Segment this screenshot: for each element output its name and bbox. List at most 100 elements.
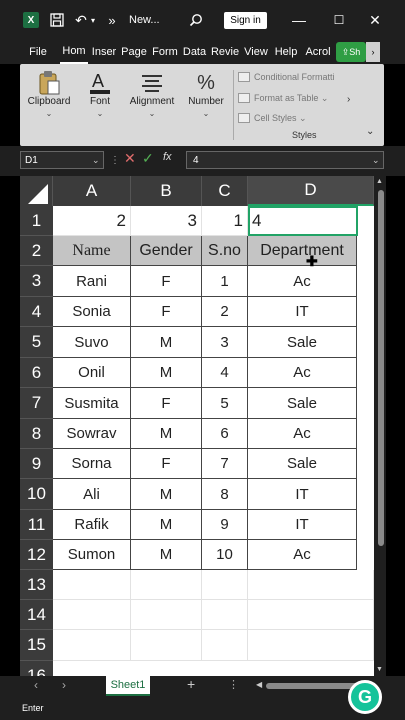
table-cell-department[interactable]: Sale (248, 449, 357, 479)
cell-b13[interactable] (131, 570, 202, 600)
close-icon[interactable]: ✕ (366, 0, 384, 40)
table-cell-gender[interactable]: M (131, 479, 202, 510)
table-cell-gender[interactable]: M (131, 419, 202, 449)
cell-a13[interactable] (53, 570, 131, 600)
row-header-1[interactable]: 1 (20, 206, 53, 236)
table-cell-sno[interactable]: 5 (202, 388, 248, 419)
table-cell-sno[interactable]: 3 (202, 327, 248, 358)
table-cell-sno[interactable]: 1 (202, 266, 248, 297)
scroll-down-icon[interactable]: ▼ (376, 666, 383, 673)
alignment-group[interactable]: Alignment ⌄ (124, 64, 180, 146)
table-cell-gender[interactable]: M (131, 540, 202, 570)
table-cell-sno[interactable]: 7 (202, 449, 248, 479)
select-all-button[interactable] (20, 176, 53, 206)
grammarly-icon[interactable]: G (348, 680, 382, 714)
minimize-icon[interactable]: — (290, 0, 308, 40)
row-header-5[interactable]: 5 (20, 327, 53, 358)
table-cell-name[interactable]: Sonia (53, 297, 131, 327)
row-header-3[interactable]: 3 (20, 266, 53, 297)
table-cell-department[interactable]: IT (248, 479, 357, 510)
row-header-2[interactable]: 2 (20, 236, 53, 266)
table-cell-sno[interactable]: 4 (202, 358, 248, 388)
cell-a15[interactable] (53, 630, 131, 661)
row-header-11[interactable]: 11 (20, 510, 53, 540)
row-header-12[interactable]: 12 (20, 540, 53, 570)
horizontal-scroll-thumb[interactable] (266, 683, 358, 689)
table-cell-gender[interactable]: M (131, 510, 202, 540)
tab-home[interactable]: Hom (60, 40, 88, 64)
row-header-16[interactable]: 16 (20, 661, 53, 676)
number-group[interactable]: % Number ⌄ (182, 64, 230, 146)
cell-a1[interactable]: 2 (53, 206, 131, 236)
table-cell-name[interactable]: Ali (53, 479, 131, 510)
cell-b15[interactable] (131, 630, 202, 661)
table-cell-department[interactable]: Sale (248, 327, 357, 358)
more-commands-icon[interactable]: » (105, 0, 119, 40)
name-box-dropdown-icon[interactable]: ⌄ (92, 151, 100, 169)
conditional-formatting-button[interactable]: Conditional Formatti (238, 70, 335, 84)
enter-icon[interactable]: ✓ (142, 150, 154, 167)
table-cell-department[interactable]: IT (248, 297, 357, 327)
table-cell-department[interactable]: Ac (248, 266, 357, 297)
tab-review[interactable]: Revie (211, 40, 239, 64)
cell-d1-active[interactable]: 4 (248, 206, 358, 236)
table-cell-sno[interactable]: 10 (202, 540, 248, 570)
cell-c13[interactable] (202, 570, 248, 600)
column-header-c[interactable]: C (202, 176, 248, 206)
tab-data[interactable]: Data (181, 40, 208, 64)
table-cell-sno[interactable]: 2 (202, 297, 248, 327)
search-icon[interactable] (187, 0, 205, 40)
table-header-name[interactable]: Name (53, 236, 131, 266)
table-cell-name[interactable]: Suvo (53, 327, 131, 358)
column-header-a[interactable]: A (53, 176, 131, 206)
tabs-scroll-right-icon[interactable]: › (366, 42, 380, 62)
tab-help[interactable]: Help (273, 40, 299, 64)
table-cell-name[interactable]: Onil (53, 358, 131, 388)
scroll-up-icon[interactable]: ▲ (376, 178, 383, 185)
row-header-15[interactable]: 15 (20, 630, 53, 661)
save-icon[interactable] (49, 0, 65, 40)
table-cell-sno[interactable]: 6 (202, 419, 248, 449)
tab-page-layout[interactable]: Page (120, 40, 148, 64)
cell-b14[interactable] (131, 600, 202, 630)
table-cell-sno[interactable]: 9 (202, 510, 248, 540)
table-cell-name[interactable]: Sumon (53, 540, 131, 570)
table-cell-name[interactable]: Sowrav (53, 419, 131, 449)
table-cell-department[interactable]: Sale (248, 388, 357, 419)
cell-c15[interactable] (202, 630, 248, 661)
column-header-b[interactable]: B (131, 176, 202, 206)
cell-a14[interactable] (53, 600, 131, 630)
cell-d15[interactable] (248, 630, 374, 661)
row-header-8[interactable]: 8 (20, 419, 53, 449)
table-header-gender[interactable]: Gender (131, 236, 202, 266)
column-header-d[interactable]: D (248, 176, 374, 206)
undo-icon[interactable]: ↶ (73, 0, 89, 40)
table-cell-gender[interactable]: F (131, 266, 202, 297)
tab-view[interactable]: View (242, 40, 270, 64)
maximize-icon[interactable]: ☐ (330, 0, 348, 40)
row-header-13[interactable]: 13 (20, 570, 53, 600)
format-as-table-button[interactable]: Format as Table ⌄ (238, 91, 328, 105)
row-header-10[interactable]: 10 (20, 479, 53, 510)
row-header-4[interactable]: 4 (20, 297, 53, 327)
row-header-7[interactable]: 7 (20, 388, 53, 419)
cell-styles-button[interactable]: Cell Styles ⌄ (238, 111, 307, 125)
vertical-scroll-thumb[interactable] (378, 190, 384, 546)
formula-input[interactable]: 4 (186, 151, 384, 169)
table-cell-gender[interactable]: F (131, 388, 202, 419)
add-sheet-icon[interactable]: + (187, 676, 195, 692)
tab-insert[interactable]: Inser (90, 40, 118, 64)
clipboard-group[interactable]: Clipboard ⌄ (20, 64, 78, 146)
row-header-9[interactable]: 9 (20, 449, 53, 479)
table-cell-department[interactable]: Ac (248, 358, 357, 388)
table-cell-gender[interactable]: M (131, 327, 202, 358)
sheet-tab-sheet1[interactable]: Sheet1 (106, 676, 150, 696)
collapse-ribbon-icon[interactable]: ⌄ (366, 126, 374, 137)
tab-acrobat[interactable]: Acrol (302, 40, 334, 64)
sign-in-button[interactable]: Sign in (224, 12, 267, 29)
expand-formula-bar-icon[interactable]: ⌄ (372, 151, 380, 169)
tab-file[interactable]: File (27, 40, 49, 64)
table-cell-name[interactable]: Sorna (53, 449, 131, 479)
sheet-options-icon[interactable]: ⋮ (228, 678, 239, 691)
table-cell-gender[interactable]: F (131, 297, 202, 327)
